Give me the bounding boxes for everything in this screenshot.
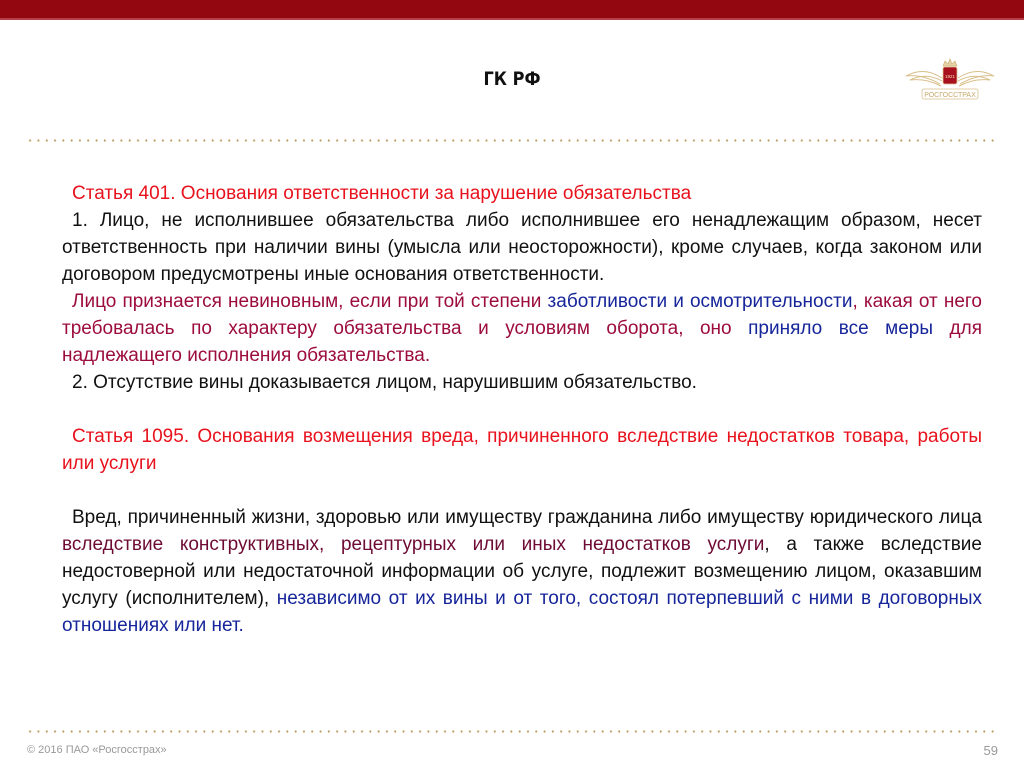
text-segment: Вред, причиненный жизни, здоровью или им…: [72, 507, 982, 528]
article-1095-para: Вред, причиненный жизни, здоровью или им…: [62, 504, 982, 639]
article-401-para-2: Лицо признается невиновным, если при той…: [62, 288, 982, 369]
page-number: 59: [983, 743, 998, 758]
slide-title: ГК РФ: [483, 68, 541, 90]
text-emphasis-defects: вследствие конструктивных, рецептурных и…: [62, 534, 765, 555]
article-401-heading: Статья 401. Основания ответственности за…: [72, 183, 692, 204]
slide-content: Статья 401. Основания ответственности за…: [62, 180, 982, 639]
article-401-para-1: 1. Лицо, не исполнившее обязательства ли…: [62, 210, 982, 285]
logo-year: 1921: [945, 74, 956, 79]
copyright: © 2016 ПАО «Росгосстрах»: [27, 744, 167, 756]
article-1095-heading: Статья 1095. Основания возмещения вреда,…: [62, 426, 982, 474]
crown-icon: [942, 58, 958, 67]
footer-divider: [26, 730, 998, 733]
top-bar: [0, 0, 1024, 20]
rosgosstrakh-logo: 1921 РОСГОССТРАХ: [905, 58, 995, 100]
logo-text: РОСГОССТРАХ: [924, 92, 976, 99]
text-emphasis-measures: приняло все меры: [748, 318, 934, 339]
text-segment: Лицо признается невиновным, если при той…: [72, 291, 548, 312]
text-emphasis-diligence: заботливости и осмотрительности: [547, 291, 853, 312]
header-divider: [26, 139, 998, 142]
article-401-para-3: 2. Отсутствие вины доказывается лицом, н…: [72, 372, 697, 393]
